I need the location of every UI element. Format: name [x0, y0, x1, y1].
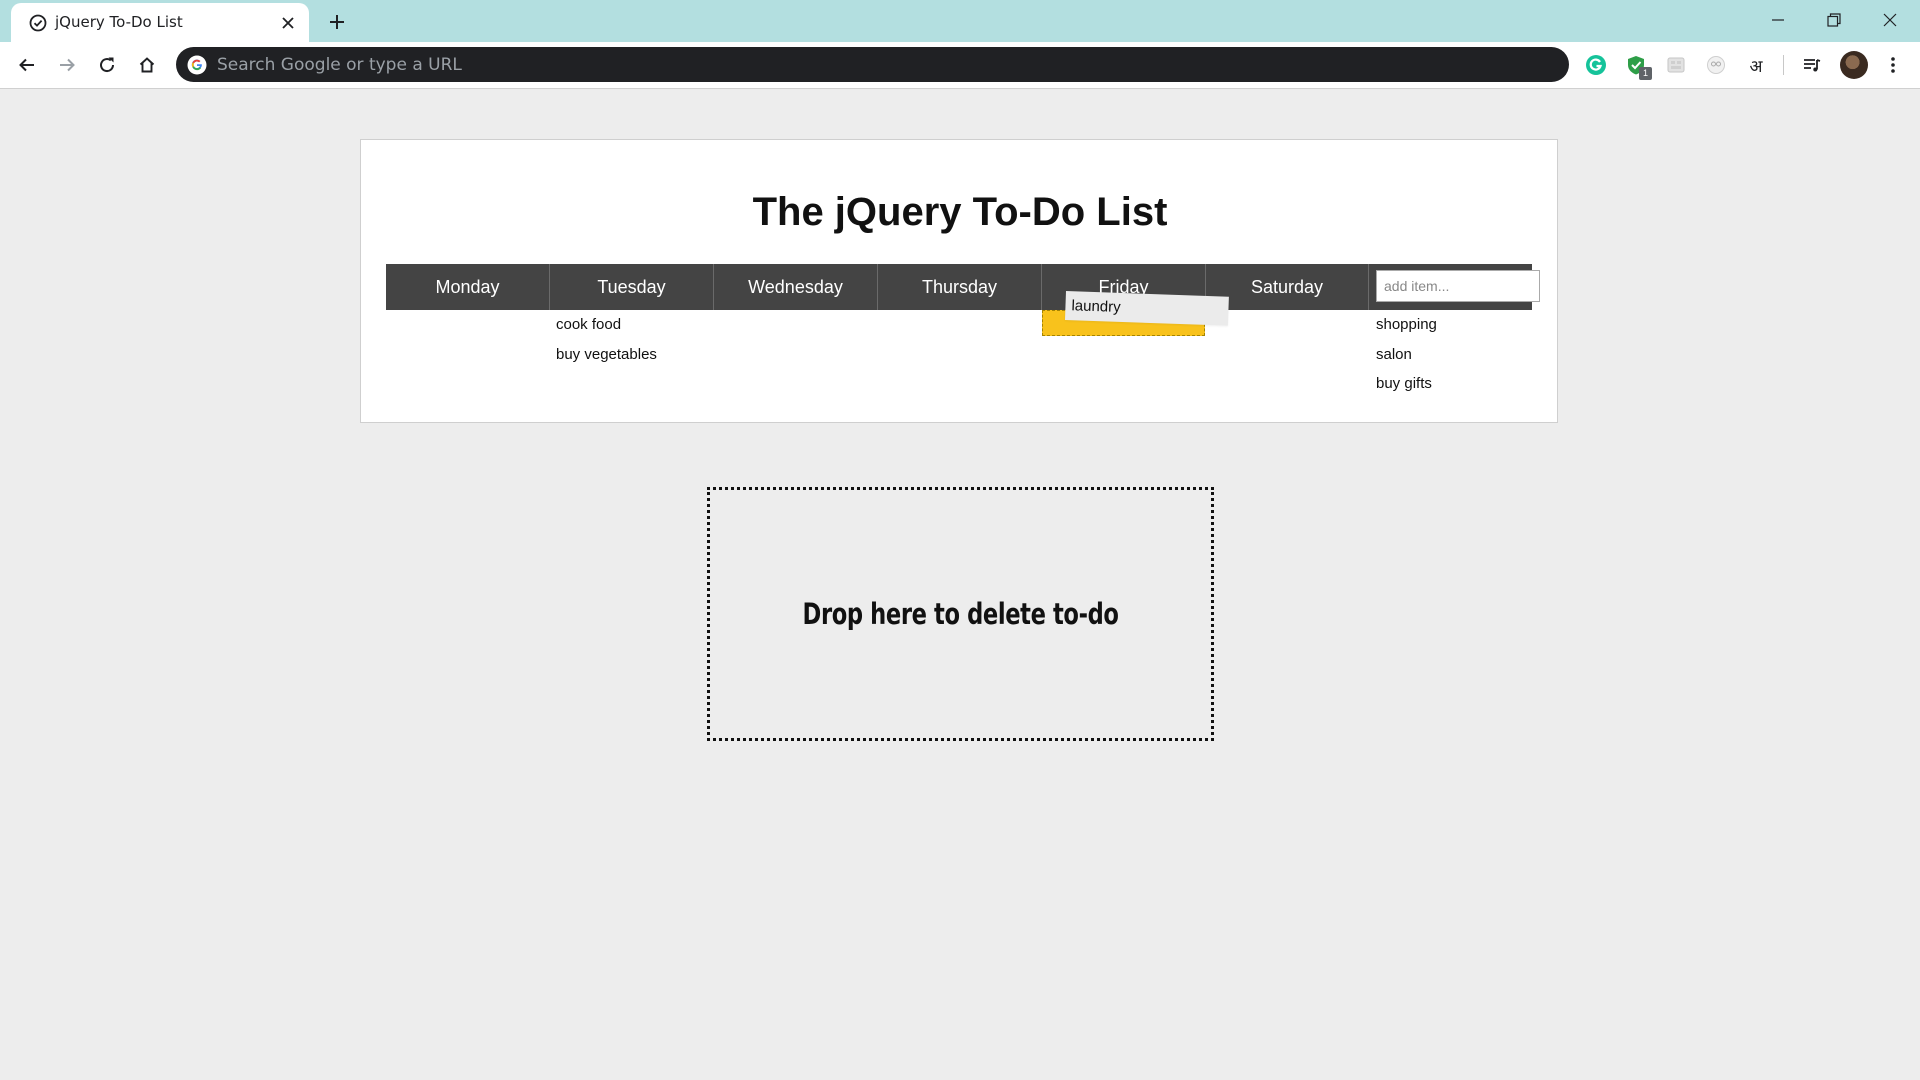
day-header-monday: Monday: [386, 264, 550, 310]
dragging-todo-item[interactable]: laundry: [1064, 291, 1229, 326]
todo-item[interactable]: buy vegetables: [556, 346, 657, 363]
back-arrow-icon[interactable]: [12, 50, 42, 80]
shield-check-icon[interactable]: 1: [1624, 53, 1652, 80]
media-queue-icon[interactable]: [1800, 53, 1824, 77]
forward-arrow-icon[interactable]: [52, 50, 82, 80]
avatar[interactable]: [1840, 51, 1868, 79]
delete-drop-zone-label: Drop here to delete to-do: [802, 597, 1119, 631]
browser-tab[interactable]: jQuery To-Do List: [11, 3, 309, 42]
check-circle-icon: [28, 13, 48, 33]
delete-drop-zone[interactable]: Drop here to delete to-do: [707, 487, 1214, 741]
new-tab-button[interactable]: [324, 9, 350, 35]
close-window-icon[interactable]: [1862, 0, 1918, 40]
grammarly-icon[interactable]: [1584, 53, 1608, 77]
day-header-thursday: Thursday: [878, 264, 1042, 310]
minimize-icon[interactable]: [1750, 0, 1806, 40]
page-title: The jQuery To-Do List: [752, 190, 1168, 234]
address-bar[interactable]: [176, 47, 1569, 82]
restore-icon[interactable]: [1806, 0, 1862, 40]
toolbar-divider: [1783, 55, 1784, 75]
todo-item[interactable]: cook food: [556, 316, 621, 333]
tab-title: jQuery To-Do List: [55, 13, 183, 31]
extension-grid-icon[interactable]: [1664, 53, 1688, 77]
day-header-saturday: Saturday: [1206, 264, 1369, 310]
browser-toolbar: 1 अ: [0, 42, 1920, 89]
reload-icon[interactable]: [92, 50, 122, 80]
omnibox-input[interactable]: [217, 47, 1547, 82]
day-header-tuesday: Tuesday: [550, 264, 714, 310]
extension-badge: 1: [1639, 67, 1652, 80]
tab-strip: jQuery To-Do List: [0, 0, 1920, 42]
todo-item[interactable]: shopping: [1376, 316, 1437, 333]
add-item-input[interactable]: [1376, 270, 1540, 302]
owl-extension-icon[interactable]: [1704, 53, 1728, 77]
todo-item[interactable]: buy gifts: [1376, 375, 1432, 392]
day-header-wednesday: Wednesday: [714, 264, 878, 310]
close-icon[interactable]: [277, 12, 299, 34]
google-g-icon: [187, 55, 207, 75]
todo-item[interactable]: salon: [1376, 346, 1412, 363]
home-icon[interactable]: [132, 50, 162, 80]
hindi-input-icon[interactable]: अ: [1744, 53, 1768, 77]
more-menu-icon[interactable]: [1881, 53, 1905, 77]
